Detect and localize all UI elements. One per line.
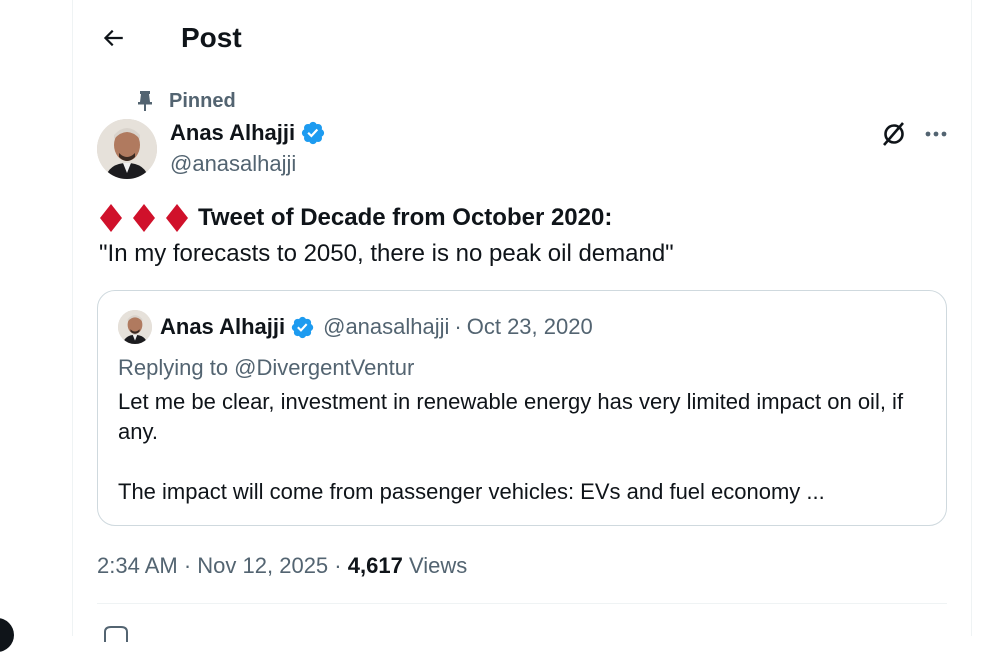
red-diamond-emoji-icon: [100, 204, 122, 232]
verified-badge-icon: [291, 316, 314, 338]
replying-to: Replying to @DivergentVentur: [118, 355, 415, 380]
reply-icon[interactable]: [101, 624, 131, 644]
page-title: Post: [181, 22, 242, 53]
separator-dot: ·: [454, 314, 462, 339]
post-time[interactable]: 2:34 AM: [97, 553, 178, 578]
red-diamond-emoji-icon: [133, 204, 155, 232]
separator-dot: ·: [334, 553, 342, 578]
author-name-row: Anas Alhajji: [170, 118, 326, 148]
author-name[interactable]: Anas Alhajji: [170, 118, 295, 148]
red-diamond-emoji-icon: [166, 204, 188, 232]
tweet-text-line1: Tweet of Decade from October 2020:: [99, 200, 949, 236]
floating-avatar-fragment: [0, 618, 14, 652]
pinned-label: Pinned: [169, 89, 236, 112]
separator-dot: ·: [183, 553, 192, 578]
quoted-body-paragraph: Let me be clear, investment in renewable…: [118, 389, 904, 444]
avatar-photo: [97, 119, 157, 179]
views-label: Views: [408, 553, 468, 578]
quoted-body-paragraph: The impact will come from passenger vehi…: [118, 479, 825, 504]
tweet-quote-text: "In my forecasts to 2050, there is no pe…: [99, 240, 674, 267]
arrow-left-icon: [103, 29, 123, 47]
avatar[interactable]: [97, 119, 157, 179]
quoted-body: Let me be clear, investment in renewable…: [118, 387, 933, 507]
post-date[interactable]: Nov 12, 2025: [197, 553, 328, 578]
more-options-button[interactable]: [919, 117, 953, 151]
more-horizontal-icon: [925, 131, 947, 137]
post-metadata: 2:34 AM · Nov 12, 2025 · 4,617 Views: [97, 551, 467, 581]
quoted-tweet-card[interactable]: Anas Alhajji @anasalhajji · Oct 23, 2020…: [97, 290, 947, 526]
tweet-headline: Tweet of Decade from October 2020:: [198, 204, 613, 231]
author-handle[interactable]: @anasalhajji: [170, 149, 296, 179]
quoted-header: Anas Alhajji @anasalhajji · Oct 23, 2020: [160, 311, 593, 343]
main-column: Post Pinned Anas Alhajji @anasalhajji Tw…: [72, 0, 972, 642]
tweet-text: Tweet of Decade from October 2020: "In m…: [99, 200, 949, 272]
grok-button[interactable]: [877, 117, 911, 151]
avatar-photo: [118, 310, 152, 344]
grok-icon: [883, 122, 904, 146]
quoted-avatar: [118, 310, 152, 344]
page-header: Post: [73, 0, 971, 76]
views-count: 4,617: [347, 553, 403, 578]
pinned-indicator: Pinned: [135, 88, 236, 114]
divider: [97, 603, 947, 604]
verified-badge-icon[interactable]: [300, 120, 326, 146]
quoted-author-name: Anas Alhajji: [160, 314, 286, 339]
pin-icon: [138, 91, 152, 111]
back-button[interactable]: [95, 20, 131, 56]
quoted-author-handle: @anasalhajji: [323, 314, 450, 339]
quoted-date: Oct 23, 2020: [466, 314, 593, 339]
